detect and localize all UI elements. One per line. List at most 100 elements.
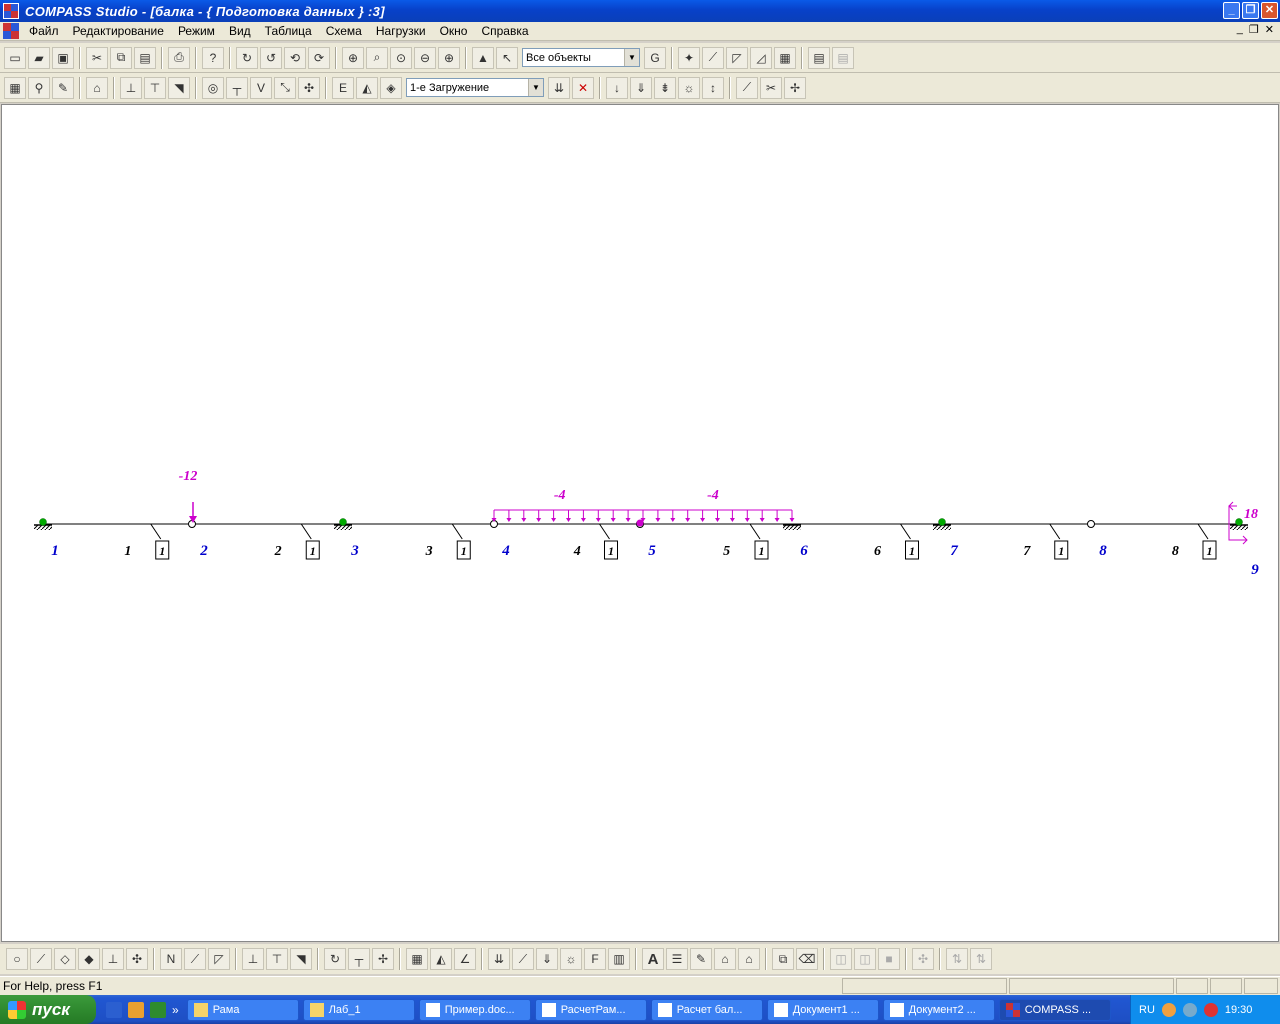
taskbar-item-raschet-ram[interactable]: РасчетРам... xyxy=(534,998,647,1021)
frame-view-icon[interactable]: ⌂ xyxy=(714,948,736,970)
eraser-icon[interactable]: ⌫ xyxy=(796,948,818,970)
quick-launch-more-icon[interactable]: » xyxy=(172,1003,179,1017)
element-axis-icon[interactable]: ⤡ xyxy=(274,76,296,99)
rigid-link-icon[interactable]: ┬ xyxy=(226,76,248,99)
tree-icon[interactable] xyxy=(150,1001,166,1018)
menu-view[interactable]: Вид xyxy=(222,24,258,38)
paste-icon[interactable]: ▤ xyxy=(134,46,156,69)
node-numbering-icon[interactable]: N xyxy=(160,948,182,970)
tray-arrow-icon[interactable] xyxy=(1161,1002,1176,1017)
language-indicator[interactable]: RU xyxy=(1139,1004,1155,1016)
stiffness-icon[interactable]: ◭ xyxy=(356,76,378,99)
rotate-view-icon[interactable]: ↻ xyxy=(324,948,346,970)
frame-icon[interactable]: ⌂ xyxy=(86,76,108,99)
menu-loads[interactable]: Нагрузки xyxy=(369,24,433,38)
axes-tool-icon[interactable]: ⊥ xyxy=(102,948,124,970)
supports-view-icon[interactable]: ⊥ xyxy=(242,948,264,970)
support-node-marker[interactable] xyxy=(39,518,47,526)
zoom-window-icon[interactable]: ⌕ xyxy=(366,46,388,69)
taskbar-item-document2[interactable]: Документ2 ... xyxy=(882,998,995,1021)
antivirus-icon[interactable] xyxy=(1203,1002,1218,1017)
copy-icon[interactable]: ⧉ xyxy=(110,46,132,69)
node-tool-icon[interactable]: ○ xyxy=(6,948,28,970)
moments-view-icon[interactable]: ◥ xyxy=(290,948,312,970)
material-view-icon[interactable]: ▦ xyxy=(406,948,428,970)
numbers-tool-icon[interactable]: ✣ xyxy=(126,948,148,970)
pan-icon[interactable]: ⊕ xyxy=(342,46,364,69)
list-icon[interactable]: ☰ xyxy=(666,948,688,970)
mesh-icon[interactable]: ▦ xyxy=(774,46,796,69)
copy-view-icon[interactable]: ⧉ xyxy=(772,948,794,970)
link-view-icon[interactable]: ┬ xyxy=(348,948,370,970)
document-icon[interactable] xyxy=(3,23,19,39)
network-icon[interactable] xyxy=(1182,1002,1197,1017)
pencil-icon[interactable]: ✎ xyxy=(690,948,712,970)
print-icon[interactable]: ⎙ xyxy=(168,46,190,69)
rotate-axis-icon[interactable]: ⟳ xyxy=(308,46,330,69)
add-plate-icon[interactable]: ◸ xyxy=(726,46,748,69)
rotate-xy-icon[interactable]: ↻ xyxy=(236,46,258,69)
find-icon[interactable]: ⚲ xyxy=(28,76,50,99)
local-axes-icon[interactable]: ✢ xyxy=(372,948,394,970)
taskbar-item-raschet-bal[interactable]: Расчет бал... xyxy=(650,998,763,1021)
rotate-z-icon[interactable]: ⟲ xyxy=(284,46,306,69)
chevron-down-icon[interactable]: ▼ xyxy=(624,49,639,66)
open-folder-icon[interactable]: ▰ xyxy=(28,46,50,69)
load-values-icon[interactable]: F xyxy=(584,948,606,970)
node-load-icon[interactable]: ↓ xyxy=(606,76,628,99)
hinge-node[interactable] xyxy=(1087,520,1095,528)
menu-scheme[interactable]: Схема xyxy=(319,24,369,38)
beam-scheme-drawing[interactable]: 11 12 13 14 15 16 17 181 2 3 4 5 6 7 89-12-4 -418 xyxy=(2,105,1278,941)
angle-view-icon[interactable]: ∠ xyxy=(454,948,476,970)
close-button[interactable]: ✕ xyxy=(1261,2,1278,19)
brush-icon[interactable]: ✎ xyxy=(52,76,74,99)
select-group-icon[interactable]: ▲ xyxy=(472,46,494,69)
taskbar-item-primer[interactable]: Пример.doc... xyxy=(418,998,531,1021)
element-loads-view-icon[interactable]: ⟋ xyxy=(512,948,534,970)
load-case-select[interactable]: 1-е Загружение ▼ xyxy=(406,78,544,97)
support-node-marker[interactable] xyxy=(938,518,946,526)
node-numbers-icon[interactable]: ✣ xyxy=(298,76,320,99)
menu-help[interactable]: Справка xyxy=(474,24,535,38)
word-icon[interactable] xyxy=(106,1001,122,1018)
chevron-down-icon[interactable]: ▼ xyxy=(528,79,543,96)
solid-tool-icon[interactable]: ◆ xyxy=(78,948,100,970)
cut-icon[interactable]: ✂ xyxy=(86,46,108,69)
context-help-icon[interactable]: ? xyxy=(202,46,224,69)
section-ev-icon[interactable]: E xyxy=(332,76,354,99)
pointer-icon[interactable]: ↖ xyxy=(496,46,518,69)
maximize-button[interactable]: ❐ xyxy=(1242,2,1259,19)
table-icon[interactable]: ▦ xyxy=(4,76,26,99)
media-icon[interactable] xyxy=(128,1001,144,1018)
taskbar-item-rama[interactable]: Рама xyxy=(186,998,299,1021)
menu-mode[interactable]: Режим xyxy=(171,24,222,38)
element-numbering-icon[interactable]: ⟋ xyxy=(184,948,206,970)
minimize-button[interactable]: _ xyxy=(1223,2,1240,19)
menu-edit[interactable]: Редактирование xyxy=(66,24,171,38)
add-element-icon[interactable]: ⟋ xyxy=(702,46,724,69)
distributed-load-icon[interactable]: ⇟ xyxy=(654,76,676,99)
zoom-fit-icon[interactable]: ⊙ xyxy=(390,46,412,69)
support-node-marker[interactable] xyxy=(1235,518,1243,526)
displacement-load-icon[interactable]: ↕ xyxy=(702,76,724,99)
rotate-yx-icon[interactable]: ↺ xyxy=(260,46,282,69)
plate-tool-icon[interactable]: ◇ xyxy=(54,948,76,970)
objects-filter-select[interactable]: Все объекты ▼ xyxy=(522,48,640,67)
support-icon[interactable]: ⊥ xyxy=(120,76,142,99)
support-node-marker[interactable] xyxy=(339,518,347,526)
add-node-icon[interactable]: ✦ xyxy=(678,46,700,69)
split-element-icon[interactable]: ✂ xyxy=(760,76,782,99)
stiffness-view-icon[interactable]: ◭ xyxy=(430,948,452,970)
moment-support-icon[interactable]: ◥ xyxy=(168,76,190,99)
menu-window[interactable]: Окно xyxy=(433,24,475,38)
properties-icon[interactable]: ▤ xyxy=(808,46,830,69)
connect-nodes-icon[interactable]: ⟋ xyxy=(736,76,758,99)
hinge-node[interactable] xyxy=(188,520,196,528)
hinge-icon[interactable]: ◎ xyxy=(202,76,224,99)
load-node-marker[interactable] xyxy=(636,519,644,527)
bar-tool-icon[interactable]: ⟋ xyxy=(30,948,52,970)
element-load-icon[interactable]: ⇓ xyxy=(630,76,652,99)
app-icon[interactable] xyxy=(3,3,19,19)
add-load-icon[interactable]: ⇊ xyxy=(548,76,570,99)
fixed-support-icon[interactable]: ⊤ xyxy=(144,76,166,99)
